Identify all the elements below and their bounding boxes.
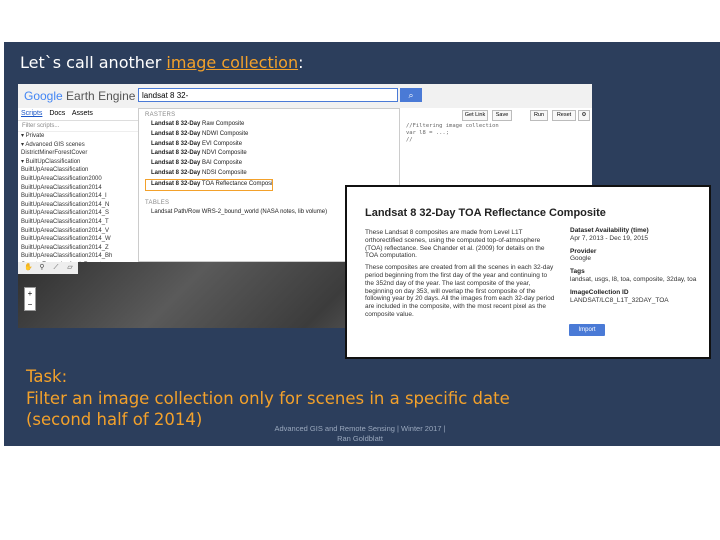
raster-suggestion[interactable]: Landsat 8 32-Day EVI Composite — [139, 140, 399, 150]
earth-engine-logo[interactable]: Google Earth Engine — [24, 89, 135, 103]
dataset-title: Landsat 8 32-Day TOA Reflectance Composi… — [365, 207, 606, 219]
description-paragraph: These composites are created from all th… — [365, 264, 555, 318]
script-tree-item[interactable]: BuiltUpAreaClassification2014_V — [18, 227, 138, 236]
suggestion-rest: NDSI Composite — [200, 169, 247, 176]
suggestion-match: Landsat 8 32-Day — [151, 160, 201, 167]
logo-google: Google — [24, 89, 63, 103]
left-tabs: Scripts Docs Assets — [18, 108, 138, 121]
suggestion-match: Landsat 8 32-Day — [151, 121, 201, 127]
collection-id-value: LANDSAT/LC8_L1T_32DAY_TOA — [570, 296, 669, 304]
raster-suggestion[interactable]: Landsat 8 32-Day BAI Composite — [139, 159, 399, 169]
provider-label: Provider — [570, 247, 597, 255]
script-tree-item[interactable]: BuiltUpAreaClassification2014 — [18, 184, 138, 193]
script-tree-item[interactable]: BuiltUpAreaClassification2014_T — [18, 218, 138, 227]
polygon-icon[interactable]: ▱ — [66, 264, 74, 272]
suggestion-rest: NDWI Composite — [200, 130, 249, 137]
script-tree-item[interactable]: BuiltUpAreaClassification2014_S — [18, 209, 138, 218]
script-tree-item[interactable]: BuiltUpAreaClassification2014_Bh — [18, 252, 138, 261]
raster-suggestion[interactable]: Landsat 8 32-Day TOA Reflectance Composi… — [145, 178, 273, 191]
search-icon[interactable]: ⌕ — [400, 88, 422, 102]
code-line: // — [406, 137, 413, 143]
raster-suggestion[interactable]: Landsat 8 32-Day NDWI Composite — [139, 130, 399, 140]
scripts-panel: Scripts Docs Assets Filter scripts... ▾ … — [18, 108, 139, 277]
dataset-metadata: Dataset Availability (time) Apr 7, 2013 … — [570, 227, 710, 304]
suggestion-rest: TOA Reflectance Composite — [200, 180, 273, 187]
search-input[interactable]: landsat 8 32- — [138, 88, 398, 102]
script-tree-item[interactable]: BuiltUpAreaClassification2000 — [18, 175, 138, 184]
zoom-in-button[interactable]: + — [25, 288, 35, 299]
marker-icon[interactable]: ⚲ — [38, 264, 46, 272]
tab-docs[interactable]: Docs — [49, 110, 65, 117]
footer-line: Advanced GIS and Remote Sensing | Winter… — [274, 424, 446, 433]
script-tree-item[interactable]: ▾ Private — [18, 132, 138, 141]
line-icon[interactable]: ⟋ — [52, 264, 60, 272]
script-tree-item[interactable]: BuiltUpAreaClassification2014_N — [18, 201, 138, 210]
footer-line: Ran Goldblatt — [337, 434, 383, 443]
rasters-header: RASTERS — [145, 112, 176, 118]
suggestion-rest: BAI Composite — [200, 160, 243, 167]
suggestion-match: Landsat 8 32-Day — [151, 150, 201, 157]
script-tree-item[interactable]: BuiltUpAreaClassification2014_W — [18, 235, 138, 244]
task-line: Filter an image collection only for scen… — [26, 388, 510, 408]
title-link: image collection — [166, 53, 299, 72]
raster-suggestion[interactable]: Landsat 8 32-Day NDSI Composite — [139, 169, 399, 179]
code-line: //Filtering image collection — [406, 123, 499, 129]
suggestion-match: Landsat 8 32-Day — [151, 140, 201, 147]
hand-icon[interactable]: ✋ — [24, 264, 33, 272]
provider-value: Google — [570, 255, 591, 263]
top-bar: Google Earth Engine landsat 8 32- ⌕ — [18, 84, 592, 109]
tab-scripts[interactable]: Scripts — [21, 110, 42, 117]
suggestion-rest: EVI Composite — [200, 140, 243, 147]
import-button[interactable]: Import — [569, 324, 605, 336]
description-paragraph: These Landsat 8 composites are made from… — [365, 229, 545, 260]
get-link-button[interactable]: Get Link — [462, 110, 488, 121]
raster-suggestion[interactable]: Landsat 8 32-Day NDVI Composite — [139, 149, 399, 159]
tags-value: landsat, usgs, l8, toa, composite, 32day… — [570, 275, 697, 283]
zoom-control: + − — [24, 287, 36, 311]
tags-label: Tags — [570, 268, 585, 276]
dataset-info-panel: Landsat 8 32-Day TOA Reflectance Composi… — [345, 185, 711, 359]
run-button[interactable]: Run — [530, 110, 548, 121]
slide-footer: Advanced GIS and Remote Sensing | Winter… — [230, 424, 490, 444]
suggestion-match: Landsat 8 32-Day — [151, 180, 201, 187]
script-tree-item[interactable]: ▾ Advanced GIS scenes — [18, 141, 138, 150]
task-text: Task: Filter an image collection only fo… — [26, 366, 510, 431]
filter-scripts-input[interactable]: Filter scripts... — [18, 121, 138, 132]
dataset-description: These Landsat 8 composites are made from… — [365, 229, 555, 323]
script-tree-item[interactable]: ▾ BuiltUpClassification — [18, 158, 138, 167]
logo-product: Earth Engine — [66, 89, 136, 103]
raster-list: Landsat 8 32-Day Raw Composite Landsat 8 … — [139, 120, 399, 191]
save-button[interactable]: Save — [492, 110, 512, 121]
editor-toolbar: Get Link Save Run Reset ⚙ — [400, 108, 592, 121]
tab-assets[interactable]: Assets — [72, 110, 93, 117]
suggestion-rest: Raw Composite — [200, 121, 245, 127]
script-tree-item[interactable]: BuiltUpAreaClassification — [18, 166, 138, 175]
script-tree-item[interactable]: BuiltUpAreaClassification2014_Z — [18, 244, 138, 253]
task-heading: Task: — [26, 367, 68, 386]
script-tree-item[interactable]: BuiltUpAreaClassification2014_I — [18, 192, 138, 201]
script-tree-item[interactable]: DistrictMinerForestCover — [18, 149, 138, 158]
title-prefix: Let`s call another — [20, 53, 167, 72]
map-toolbar: ✋ ⚲ ⟋ ▱ — [18, 262, 78, 274]
collection-id-label: ImageCollection ID — [570, 288, 629, 296]
availability-value: Apr 7, 2013 - Dec 19, 2015 — [570, 234, 649, 242]
suggestion-rest: NDVI Composite — [200, 150, 247, 157]
slide-title: Let`s call another image collection: — [20, 53, 303, 72]
availability-label: Dataset Availability (time) — [570, 227, 649, 234]
title-suffix: : — [298, 53, 304, 72]
suggestion-match: Landsat 8 32-Day — [151, 169, 201, 176]
code-line: var l8 = ...; — [406, 130, 450, 136]
raster-suggestion[interactable]: Landsat 8 32-Day Raw Composite — [139, 120, 399, 130]
suggestion-match: Landsat 8 32-Day — [151, 130, 201, 137]
zoom-out-button[interactable]: − — [25, 299, 35, 310]
code-lines: //Filtering image collection var l8 = ...… — [400, 120, 592, 147]
reset-button[interactable]: Reset — [552, 110, 576, 121]
script-tree: ▾ Private ▾ Advanced GIS scenes District… — [18, 132, 138, 278]
gear-icon[interactable]: ⚙ — [578, 110, 590, 121]
